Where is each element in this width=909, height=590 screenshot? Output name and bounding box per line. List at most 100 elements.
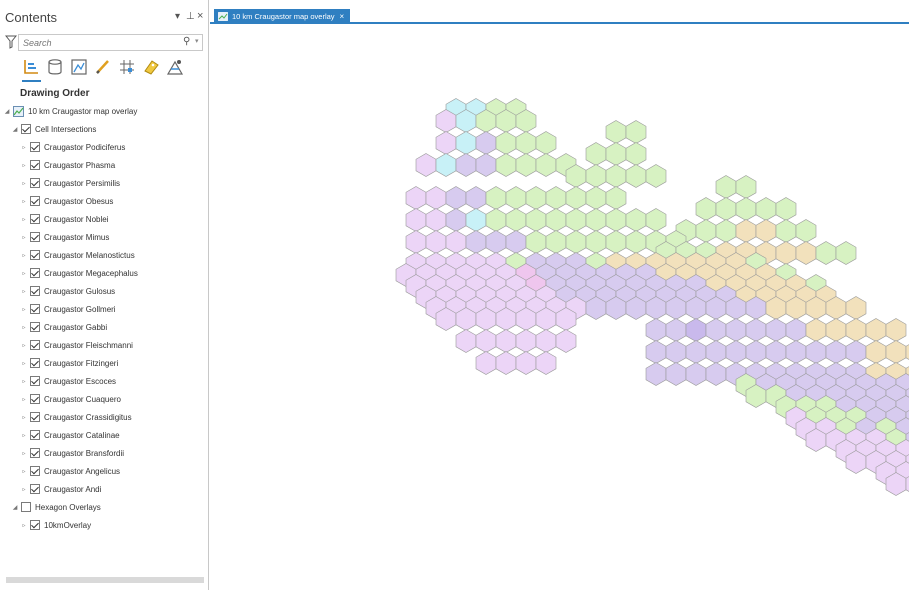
layer-item[interactable]: ▹ Craugastor Andi [20,480,101,498]
expand-triangle-icon[interactable]: ▹ [20,414,28,421]
hex-cell[interactable] [445,208,467,232]
hex-cell[interactable] [505,230,527,254]
hex-cell[interactable] [445,230,467,254]
expand-triangle-icon[interactable]: ▹ [20,396,28,403]
layer-item[interactable]: ▹ Craugastor Megacephalus [20,264,138,282]
hex-cell[interactable] [475,351,497,375]
collapse-triangle-icon[interactable]: ◢ [3,108,11,115]
hex-cell[interactable] [885,340,907,364]
visibility-checkbox[interactable] [30,484,40,494]
expand-triangle-icon[interactable]: ▹ [20,252,28,259]
hex-cell[interactable] [435,153,457,177]
hex-cell[interactable] [465,186,487,210]
hex-cell[interactable] [425,230,447,254]
hex-cell[interactable] [685,340,707,364]
visibility-checkbox[interactable] [30,250,40,260]
layer-item[interactable]: ▹ Craugastor Crassidigitus [20,408,132,426]
hex-cell[interactable] [605,186,627,210]
hex-cell[interactable] [885,318,907,342]
layer-item[interactable]: ▹ 10kmOverlay [20,516,91,534]
hex-cell[interactable] [735,219,757,243]
hex-cell[interactable] [765,318,787,342]
expand-triangle-icon[interactable]: ▹ [20,342,28,349]
hex-cell[interactable] [795,219,817,243]
visibility-checkbox[interactable] [21,502,31,512]
layer-item[interactable]: ▹ Craugastor Angelicus [20,462,120,480]
list-by-snapping-icon[interactable] [116,56,138,78]
group-layer-cell-intersections[interactable]: ◢ Cell Intersections [11,120,96,138]
hex-cell[interactable] [645,362,667,386]
expand-triangle-icon[interactable]: ▹ [20,522,28,529]
hex-cell[interactable] [585,142,607,166]
visibility-checkbox[interactable] [30,412,40,422]
hex-cell[interactable] [405,208,427,232]
hex-cell[interactable] [495,131,517,155]
hex-cell[interactable] [715,175,737,199]
visibility-checkbox[interactable] [30,196,40,206]
hex-cell[interactable] [625,208,647,232]
hex-cell[interactable] [535,131,557,155]
layer-item[interactable]: ▹ Craugastor Noblei [20,210,108,228]
expand-triangle-icon[interactable]: ▹ [20,198,28,205]
hex-cell[interactable] [705,362,727,386]
pane-options-chevron-icon[interactable]: ▾ [175,11,180,22]
hex-cell[interactable] [545,230,567,254]
layer-item[interactable]: ▹ Craugastor Melanostictus [20,246,135,264]
hex-cell[interactable] [625,120,647,144]
layer-item[interactable]: ▹ Craugastor Phasma [20,156,115,174]
hex-cell[interactable] [645,164,667,188]
hex-cell[interactable] [645,340,667,364]
hex-cell[interactable] [565,230,587,254]
hex-cell[interactable] [605,230,627,254]
hex-cell[interactable] [745,318,767,342]
hex-cell[interactable] [665,362,687,386]
filter-icon[interactable] [5,35,17,49]
expand-triangle-icon[interactable]: ▹ [20,378,28,385]
hex-cell[interactable] [685,362,707,386]
hex-cell[interactable] [735,175,757,199]
visibility-checkbox[interactable] [30,232,40,242]
hex-cell[interactable] [495,153,517,177]
hex-cell[interactable] [525,208,547,232]
expand-triangle-icon[interactable]: ▹ [20,450,28,457]
search-options-chevron-icon[interactable]: ▾ [195,37,199,45]
hex-cell[interactable] [435,131,457,155]
hex-cell[interactable] [775,197,797,221]
hex-cell[interactable] [705,318,727,342]
hex-cell[interactable] [475,329,497,353]
visibility-checkbox[interactable] [30,376,40,386]
visibility-checkbox[interactable] [30,466,40,476]
hex-cell[interactable] [685,318,707,342]
hex-cell[interactable] [695,197,717,221]
hex-cell[interactable] [425,208,447,232]
hex-cell[interactable] [585,230,607,254]
hex-cell[interactable] [525,230,547,254]
hex-cell[interactable] [505,208,527,232]
hex-cell[interactable] [765,340,787,364]
layer-item[interactable]: ▹ Craugastor Persimilis [20,174,120,192]
list-by-selection-icon[interactable] [68,56,90,78]
close-tab-icon[interactable]: × [340,12,345,21]
visibility-checkbox[interactable] [30,286,40,296]
hex-cell[interactable] [725,340,747,364]
hex-cell[interactable] [835,241,857,265]
collapse-triangle-icon[interactable]: ◢ [11,504,19,511]
hex-cell[interactable] [535,351,557,375]
map-view-tab[interactable]: 10 km Craugastor map overlay × [214,9,351,23]
hex-cell[interactable] [515,329,537,353]
visibility-checkbox[interactable] [30,340,40,350]
expand-triangle-icon[interactable]: ▹ [20,486,28,493]
horizontal-scrollbar[interactable] [6,577,204,583]
hex-cell[interactable] [825,340,847,364]
hex-cell[interactable] [425,186,447,210]
hex-cell[interactable] [805,318,827,342]
layer-item[interactable]: ▹ Craugastor Bransfordii [20,444,124,462]
hex-cell[interactable] [525,186,547,210]
hex-cell[interactable] [605,164,627,188]
visibility-checkbox[interactable] [30,322,40,332]
layer-item[interactable]: ▹ Craugastor Gollmeri [20,300,116,318]
visibility-checkbox[interactable] [30,394,40,404]
hex-cell[interactable] [715,219,737,243]
visibility-checkbox[interactable] [30,214,40,224]
hex-cell[interactable] [455,329,477,353]
